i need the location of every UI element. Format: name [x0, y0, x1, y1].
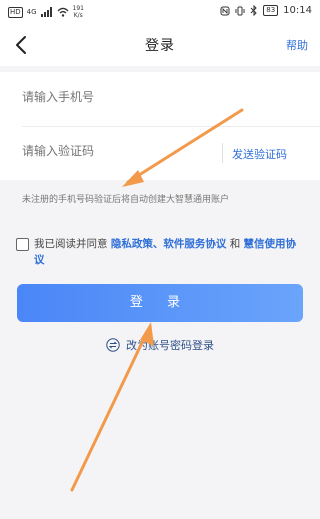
- vibrate-icon: [235, 6, 245, 15]
- battery-icon: 83: [263, 5, 279, 16]
- phone-field-row: [22, 72, 320, 127]
- agreement-text: 我已阅读并同意 隐私政策、软件服务协议 和 慧信使用协议: [34, 236, 306, 268]
- service-agreement-link[interactable]: 软件服务协议: [163, 238, 226, 250]
- net-speed: 191 K/s: [73, 5, 84, 19]
- code-field-row: 发送验证码: [22, 126, 320, 180]
- status-bar: HD 4G 191 K/s 83 10:14: [0, 0, 320, 24]
- page-title: 登录: [145, 38, 175, 54]
- signal-label: 4G: [26, 8, 37, 16]
- nfc-icon: [220, 6, 230, 15]
- switch-login-label: 改为账号密码登录: [126, 339, 214, 352]
- field-divider: [222, 143, 223, 163]
- switch-login-mode[interactable]: 改为账号密码登录: [0, 337, 320, 353]
- net-speed-unit: K/s: [73, 12, 83, 19]
- status-left: HD 4G 191 K/s: [8, 5, 84, 19]
- status-right: 83 10:14: [220, 5, 312, 16]
- register-hint: 未注册的手机号码验证后将自动创建大智慧通用账户: [22, 195, 230, 205]
- login-form: 发送验证码: [0, 72, 320, 180]
- verification-code-input[interactable]: [22, 144, 212, 158]
- bluetooth-icon: [250, 5, 257, 16]
- login-button[interactable]: 登 录: [17, 284, 303, 322]
- privacy-policy-link[interactable]: 隐私政策: [111, 238, 153, 250]
- nav-bar: 登录 帮助: [0, 24, 320, 66]
- help-link[interactable]: 帮助: [286, 37, 308, 53]
- sim-icon: HD: [8, 6, 23, 18]
- send-code-button[interactable]: 发送验证码: [232, 146, 287, 162]
- wifi-icon: [57, 7, 69, 17]
- clock: 10:14: [283, 5, 312, 16]
- net-speed-value: 191: [72, 5, 84, 12]
- signal-icon: [40, 7, 52, 17]
- phone-input[interactable]: [22, 90, 212, 104]
- swap-icon: [106, 338, 120, 352]
- agreement-row: 我已阅读并同意 隐私政策、软件服务协议 和 慧信使用协议: [16, 236, 306, 268]
- agreement-separator: 、: [152, 238, 164, 250]
- agreement-checkbox[interactable]: [16, 238, 29, 251]
- agreement-prefix: 我已阅读并同意: [34, 238, 108, 250]
- agreement-and: 和: [229, 238, 241, 250]
